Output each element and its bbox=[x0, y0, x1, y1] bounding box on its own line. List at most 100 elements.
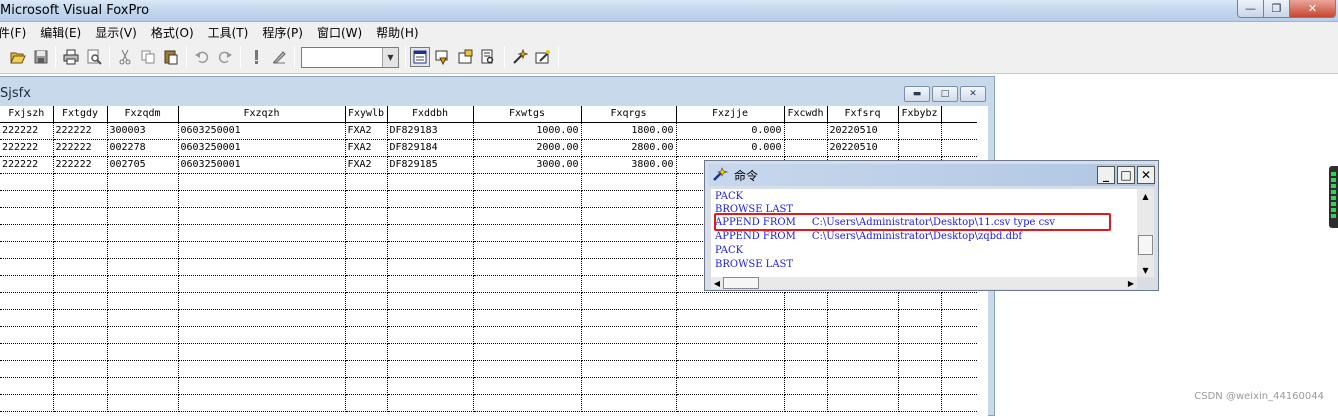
command-window-title-bar[interactable]: 命令 _ □ ✕ bbox=[708, 164, 1155, 186]
database-button[interactable] bbox=[432, 47, 452, 67]
command-line[interactable]: APPEND FROM C:\Users\Administrator\Deskto… bbox=[715, 231, 1022, 242]
table-cell[interactable]: DF829184 bbox=[387, 139, 474, 157]
table-cell[interactable] bbox=[581, 275, 677, 293]
minimize-button[interactable]: — bbox=[1237, 0, 1264, 18]
table-cell[interactable] bbox=[0, 292, 54, 310]
table-cell[interactable] bbox=[107, 224, 179, 242]
table-cell[interactable]: 0603250001 bbox=[178, 122, 346, 140]
table-cell[interactable] bbox=[178, 343, 346, 361]
command-close-button[interactable]: ✕ bbox=[1137, 166, 1155, 184]
table-cell[interactable] bbox=[581, 394, 677, 412]
table-cell[interactable] bbox=[387, 360, 474, 378]
table-cell[interactable] bbox=[53, 224, 108, 242]
close-button[interactable]: ✕ bbox=[1290, 0, 1336, 18]
table-cell[interactable] bbox=[473, 309, 582, 327]
table-cell[interactable] bbox=[178, 173, 346, 191]
table-cell[interactable]: 300003 bbox=[107, 122, 179, 140]
column-header[interactable]: Fxddbh bbox=[387, 106, 474, 123]
table-cell[interactable] bbox=[898, 326, 942, 344]
table-cell[interactable] bbox=[107, 207, 179, 225]
code-window-button[interactable] bbox=[478, 47, 498, 67]
table-cell[interactable] bbox=[784, 122, 828, 140]
table-cell[interactable] bbox=[345, 207, 388, 225]
table-cell[interactable]: 0.000 bbox=[676, 139, 785, 157]
menu-format[interactable]: 格式(O) bbox=[144, 24, 201, 41]
table-cell[interactable] bbox=[473, 241, 582, 259]
table-row[interactable]: 222222 222222 002278 0603250001 FXA2 DF829184… bbox=[0, 139, 977, 157]
table-cell[interactable] bbox=[178, 224, 346, 242]
table-cell[interactable]: 3800.00 bbox=[581, 156, 677, 174]
table-cell[interactable] bbox=[53, 241, 108, 259]
scroll-up-icon[interactable]: ▲ bbox=[1137, 189, 1154, 203]
table-cell[interactable] bbox=[473, 292, 582, 310]
table-cell[interactable]: DF829183 bbox=[387, 122, 474, 140]
table-cell[interactable] bbox=[53, 377, 108, 395]
menu-tools[interactable]: 工具(T) bbox=[201, 24, 256, 41]
table-cell[interactable] bbox=[53, 258, 108, 276]
table-cell[interactable] bbox=[784, 292, 828, 310]
menu-edit[interactable]: 编辑(E) bbox=[33, 24, 88, 41]
table-cell[interactable]: 1800.00 bbox=[581, 122, 677, 140]
table-cell[interactable] bbox=[345, 275, 388, 293]
chevron-down-icon[interactable]: ▼ bbox=[382, 48, 398, 67]
table-cell[interactable] bbox=[827, 377, 899, 395]
table-cell[interactable] bbox=[345, 394, 388, 412]
table-cell[interactable]: 222222 bbox=[53, 139, 108, 157]
table-cell[interactable] bbox=[473, 377, 582, 395]
table-cell[interactable] bbox=[473, 360, 582, 378]
table-cell[interactable] bbox=[387, 241, 474, 259]
table-cell[interactable]: 0603250001 bbox=[178, 139, 346, 157]
command-window[interactable]: 命令 _ □ ✕ PACK BROWSE LAST APPEND FROM C:\… bbox=[704, 160, 1159, 291]
table-cell[interactable]: FXA2 bbox=[345, 122, 388, 140]
table-cell[interactable] bbox=[827, 292, 899, 310]
table-cell[interactable] bbox=[581, 224, 677, 242]
table-cell[interactable] bbox=[178, 258, 346, 276]
column-header[interactable]: Fxwtgs bbox=[473, 106, 582, 123]
table-cell[interactable] bbox=[387, 207, 474, 225]
table-cell[interactable] bbox=[473, 394, 582, 412]
empty-row[interactable] bbox=[0, 309, 977, 327]
scroll-right-icon[interactable]: ▶ bbox=[1125, 277, 1137, 289]
command-line[interactable]: PACK bbox=[715, 191, 743, 202]
table-cell[interactable] bbox=[345, 173, 388, 191]
run-button[interactable] bbox=[246, 47, 266, 67]
command-line[interactable]: PACK bbox=[715, 245, 743, 256]
table-cell[interactable] bbox=[581, 309, 677, 327]
table-cell[interactable] bbox=[0, 394, 54, 412]
table-cell[interactable]: 222222 bbox=[0, 122, 54, 140]
table-cell[interactable]: FXA2 bbox=[345, 156, 388, 174]
table-cell[interactable] bbox=[0, 207, 54, 225]
table-cell[interactable] bbox=[827, 360, 899, 378]
empty-row[interactable] bbox=[0, 377, 977, 395]
table-cell[interactable] bbox=[387, 275, 474, 293]
table-cell[interactable] bbox=[784, 139, 828, 157]
table-cell[interactable] bbox=[0, 190, 54, 208]
table-cell[interactable] bbox=[107, 190, 179, 208]
browse-maximize-button[interactable]: □ bbox=[932, 86, 958, 102]
empty-row[interactable] bbox=[0, 292, 977, 310]
table-cell[interactable] bbox=[345, 326, 388, 344]
table-cell[interactable]: 0603250001 bbox=[178, 156, 346, 174]
table-cell[interactable] bbox=[387, 292, 474, 310]
empty-row[interactable] bbox=[0, 360, 977, 378]
form-wizard-button[interactable] bbox=[510, 47, 530, 67]
table-cell[interactable] bbox=[387, 190, 474, 208]
command-maximize-button[interactable]: □ bbox=[1117, 166, 1135, 184]
table-cell[interactable] bbox=[345, 258, 388, 276]
table-cell[interactable] bbox=[784, 343, 828, 361]
table-cell[interactable] bbox=[827, 343, 899, 361]
column-header[interactable]: Fxcwdh bbox=[784, 106, 828, 123]
table-cell[interactable] bbox=[53, 343, 108, 361]
table-cell[interactable] bbox=[107, 377, 179, 395]
table-cell[interactable] bbox=[178, 377, 346, 395]
print-button[interactable] bbox=[61, 47, 81, 67]
table-cell[interactable] bbox=[581, 292, 677, 310]
table-cell[interactable] bbox=[0, 173, 54, 191]
table-cell[interactable] bbox=[473, 173, 582, 191]
table-cell[interactable] bbox=[0, 275, 54, 293]
table-cell[interactable] bbox=[178, 207, 346, 225]
column-header[interactable]: Fxfsrq bbox=[827, 106, 899, 123]
table-cell[interactable] bbox=[387, 258, 474, 276]
table-cell[interactable] bbox=[827, 326, 899, 344]
column-header[interactable]: Fxzqzh bbox=[178, 106, 346, 123]
